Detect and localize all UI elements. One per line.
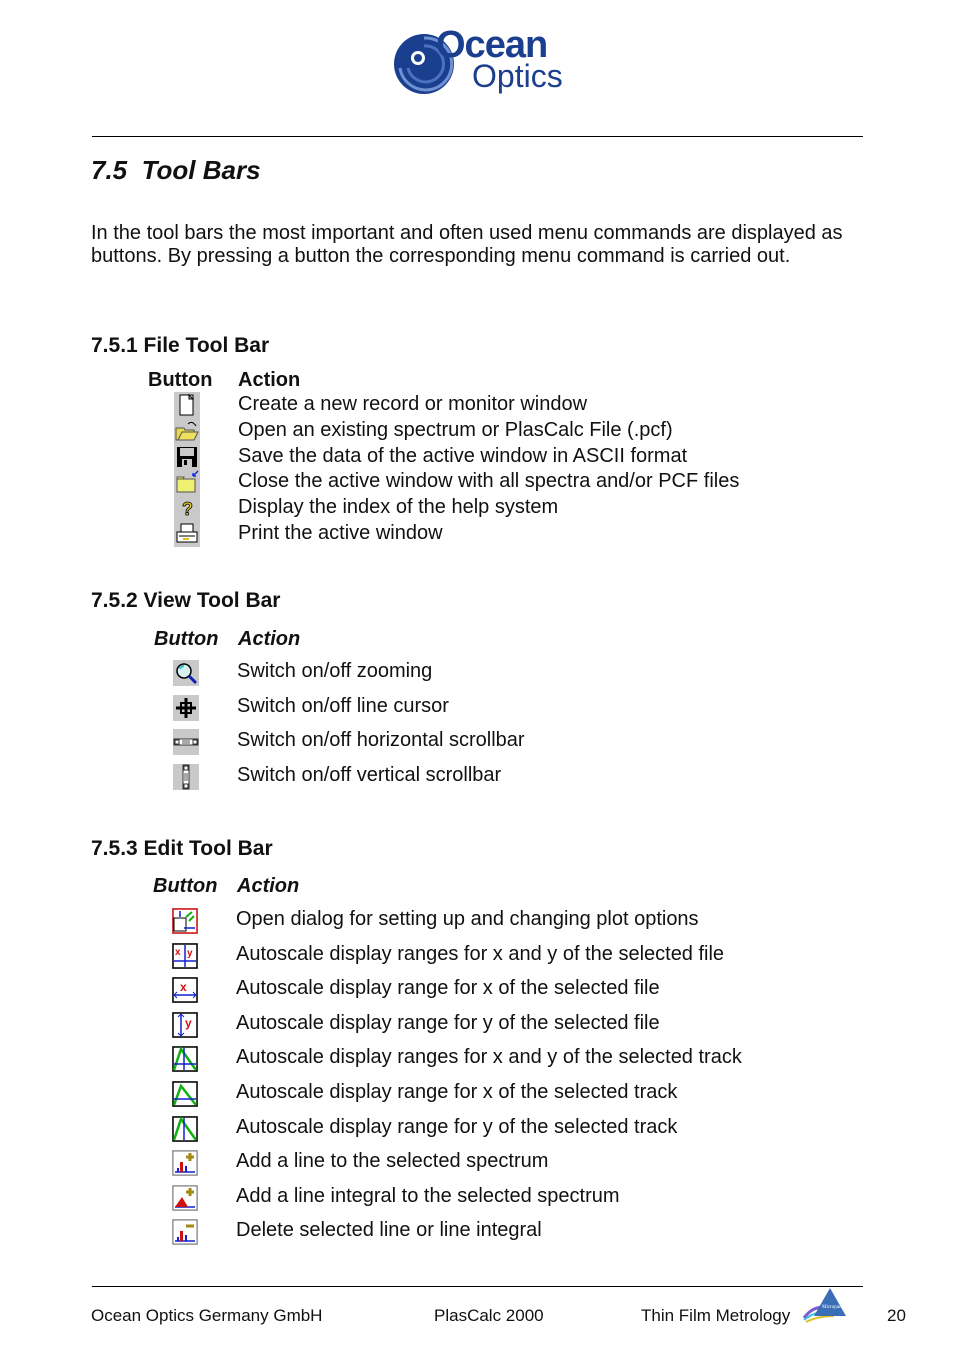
add-line-icon bbox=[172, 1150, 198, 1177]
view-toolbar-heading: 7.5.2 View Tool Bar bbox=[91, 589, 281, 612]
micropack-logo: Micropack bbox=[800, 1286, 858, 1326]
view-col-action: Action bbox=[238, 628, 301, 650]
delete-line-icon bbox=[172, 1219, 198, 1246]
toolbar-action-text: Switch on/off horizontal scrollbar bbox=[237, 729, 525, 752]
toolbar-action-text: Save the data of the active window in AS… bbox=[238, 444, 688, 467]
file-col-button: Button bbox=[148, 369, 213, 391]
toolbar-action-text: Autoscale display range for y of the sel… bbox=[236, 1011, 660, 1034]
toolbar-action-text: Autoscale display range for y of the sel… bbox=[236, 1115, 678, 1138]
toolbar-action-text: Add a line to the selected spectrum bbox=[236, 1150, 549, 1173]
micropack-triangle-icon: Micropack bbox=[802, 1288, 846, 1323]
svg-text:x: x bbox=[175, 947, 181, 958]
add-line-integral-icon bbox=[172, 1184, 198, 1211]
svg-text:?: ? bbox=[182, 499, 193, 519]
svg-text:x: x bbox=[180, 980, 187, 994]
open-folder-icon bbox=[174, 417, 200, 444]
magnifier-icon bbox=[173, 660, 199, 686]
logo-word-optics: Optics bbox=[472, 58, 563, 94]
footer-product: PlasCalc 2000 bbox=[434, 1306, 544, 1325]
file-col-action: Action bbox=[238, 369, 301, 391]
autoscale-x-file-icon: x bbox=[172, 977, 198, 1004]
footer-divider bbox=[92, 1286, 863, 1287]
footer-topic: Thin Film Metrology bbox=[641, 1306, 791, 1325]
autoscale-xy-file-icon: xy bbox=[172, 942, 198, 969]
footer-company: Ocean Optics Germany GmbH bbox=[91, 1306, 323, 1325]
plot-options-icon bbox=[172, 908, 198, 934]
vertical-scrollbar-icon bbox=[173, 764, 199, 791]
autoscale-y-file-icon: y bbox=[172, 1011, 198, 1038]
toolbar-action-text: Delete selected line or line integral bbox=[236, 1219, 542, 1242]
ocean-optics-logo: Ocean Optics bbox=[388, 24, 568, 100]
toolbar-action-text: Print the active window bbox=[238, 522, 443, 544]
new-document-icon bbox=[174, 392, 200, 418]
toolbar-action-text: Switch on/off line cursor bbox=[237, 694, 449, 717]
view-col-button: Button bbox=[154, 628, 219, 650]
toolbar-action-text: Autoscale display range for x of the sel… bbox=[236, 1081, 678, 1103]
toolbar-action-text: Switch on/off vertical scrollbar bbox=[237, 764, 502, 787]
save-disk-icon bbox=[174, 443, 200, 470]
toolbar-action-text: Create a new record or monitor window bbox=[238, 393, 588, 415]
toolbar-action-text: Open an existing spectrum or PlasCalc Fi… bbox=[238, 418, 673, 441]
horizontal-scrollbar-icon bbox=[173, 729, 199, 756]
help-question-icon: ? bbox=[174, 495, 200, 522]
toolbar-action-text: Autoscale display ranges for x and y of … bbox=[236, 942, 725, 965]
close-folder-icon bbox=[174, 469, 200, 496]
toolbar-action-text: Display the index of the help system bbox=[238, 496, 559, 519]
page-number: 20 bbox=[887, 1306, 906, 1325]
intro-paragraph: In the tool bars the most important and … bbox=[91, 222, 843, 267]
file-toolbar-heading: 7.5.1 File Tool Bar bbox=[91, 334, 270, 357]
autoscale-y-track-icon bbox=[172, 1115, 198, 1142]
edit-toolbar-heading: 7.5.3 Edit Tool Bar bbox=[91, 837, 273, 860]
edit-col-button: Button bbox=[153, 875, 218, 897]
toolbar-action-text: Add a line integral to the selected spec… bbox=[236, 1184, 620, 1207]
header-divider bbox=[92, 136, 863, 137]
toolbar-action-text: Autoscale display ranges for x and y of … bbox=[236, 1046, 742, 1069]
toolbar-action-text: Close the active window with all spectra… bbox=[238, 470, 740, 493]
printer-icon bbox=[174, 521, 200, 547]
svg-text:y: y bbox=[187, 948, 193, 959]
svg-text:Micropack: Micropack bbox=[822, 1305, 844, 1310]
autoscale-xy-track-icon bbox=[172, 1046, 198, 1073]
edit-col-action: Action bbox=[237, 875, 300, 897]
toolbar-action-text: Switch on/off zooming bbox=[237, 660, 433, 682]
svg-text:y: y bbox=[185, 1016, 192, 1030]
toolbar-action-text: Autoscale display range for x of the sel… bbox=[236, 977, 660, 1000]
autoscale-x-track-icon bbox=[172, 1081, 198, 1107]
toolbar-action-text: Open dialog for setting up and changing … bbox=[236, 908, 699, 930]
section-title: 7.5 Tool Bars bbox=[91, 155, 261, 185]
crosshair-icon bbox=[173, 694, 199, 721]
